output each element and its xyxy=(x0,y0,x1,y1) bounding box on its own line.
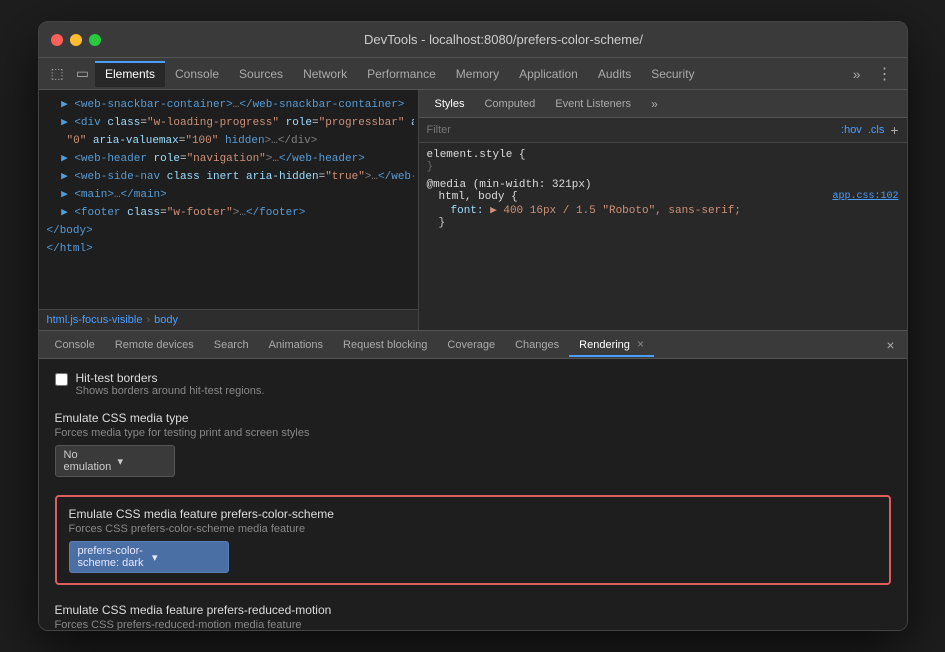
filter-cls-button[interactable]: .cls xyxy=(868,124,885,136)
breadcrumb: html.js-focus-visible › body xyxy=(39,309,418,330)
tab-application[interactable]: Application xyxy=(509,61,588,87)
prefers-color-scheme-select[interactable]: prefers-color-scheme: dark ▾ xyxy=(69,541,230,573)
tab-styles[interactable]: Styles xyxy=(425,94,475,114)
prefers-color-scheme-section: Emulate CSS media feature prefers-color-… xyxy=(55,495,891,585)
prefers-reduced-motion-title: Emulate CSS media feature prefers-reduce… xyxy=(55,603,891,617)
rule-selector: element.style { xyxy=(427,149,899,161)
bottom-drawer: Console Remote devices Search Animations… xyxy=(39,330,907,630)
tab-event-listeners[interactable]: Event Listeners xyxy=(545,94,641,114)
minimize-button[interactable] xyxy=(70,34,82,46)
content-area: ▶ <web-snackbar-container>…</web-snackba… xyxy=(39,90,907,330)
devtools-window: DevTools - localhost:8080/prefers-color-… xyxy=(38,21,908,631)
nav-menu-button[interactable]: ⋮ xyxy=(869,60,901,88)
prefers-color-scheme-desc: Forces CSS prefers-color-scheme media fe… xyxy=(69,523,877,535)
tab-performance[interactable]: Performance xyxy=(357,61,446,87)
filter-hov-button[interactable]: :hov xyxy=(841,124,862,136)
drawer-tab-close-icon[interactable]: × xyxy=(637,337,644,351)
inspect-icon[interactable]: ⬚ xyxy=(45,61,70,86)
drawer-tab-request-blocking[interactable]: Request blocking xyxy=(333,335,437,355)
rule-media-query: @media (min-width: 321px) html, body { a… xyxy=(427,179,899,229)
dom-line: ▶ <web-header role="navigation">…</web-h… xyxy=(43,150,414,168)
tab-security[interactable]: Security xyxy=(641,61,704,87)
drawer-tab-coverage[interactable]: Coverage xyxy=(437,335,505,355)
dom-panel: ▶ <web-snackbar-container>…</web-snackba… xyxy=(39,90,419,330)
rendering-content: Hit-test borders Shows borders around hi… xyxy=(39,359,907,630)
styles-content: element.style { } @media (min-width: 321… xyxy=(419,143,907,330)
drawer-tab-console[interactable]: Console xyxy=(45,335,105,355)
css-media-type-desc: Forces media type for testing print and … xyxy=(55,427,891,439)
drawer-tab-animations[interactable]: Animations xyxy=(259,335,333,355)
dom-line: ▶ <web-snackbar-container>…</web-snackba… xyxy=(43,96,414,114)
rule-val-font: ▶ 400 16px / 1.5 "Roboto", sans-serif; xyxy=(490,205,741,217)
tab-sources[interactable]: Sources xyxy=(229,61,293,87)
drawer-tab-remote-devices[interactable]: Remote devices xyxy=(105,335,204,355)
drawer-close-button[interactable]: × xyxy=(880,337,900,353)
dom-line: </html> xyxy=(43,240,414,258)
rule-prop-font: font: xyxy=(451,205,484,217)
dom-line: ▶ <div class="w-loading-progress" role="… xyxy=(43,114,414,132)
rule-media-selector: @media (min-width: 321px) xyxy=(427,179,899,191)
drawer-tab-rendering[interactable]: Rendering × xyxy=(569,333,654,357)
filter-add-button[interactable]: + xyxy=(890,122,898,138)
hit-test-section: Hit-test borders Shows borders around hi… xyxy=(55,371,891,397)
css-media-type-title: Emulate CSS media type xyxy=(55,411,891,425)
hit-test-title: Hit-test borders xyxy=(76,371,265,385)
drawer-tab-search[interactable]: Search xyxy=(204,335,259,355)
prefers-reduced-motion-section: Emulate CSS media feature prefers-reduce… xyxy=(55,603,891,630)
hit-test-desc: Shows borders around hit-test regions. xyxy=(76,385,265,397)
tab-computed[interactable]: Computed xyxy=(474,94,545,114)
tab-elements[interactable]: Elements xyxy=(95,61,165,87)
maximize-button[interactable] xyxy=(89,34,101,46)
css-media-type-select[interactable]: No emulation ▾ xyxy=(55,445,175,477)
breadcrumb-item-body[interactable]: body xyxy=(154,314,178,326)
rule-source-link[interactable]: app.css:102 xyxy=(832,191,898,202)
tab-audits[interactable]: Audits xyxy=(588,61,641,87)
rule-element-style: element.style { } xyxy=(427,149,899,173)
main-nav: ⬚ ▭ Elements Console Sources Network Per… xyxy=(39,58,907,90)
prefers-color-scheme-title: Emulate CSS media feature prefers-color-… xyxy=(69,507,877,521)
dom-tree: ▶ <web-snackbar-container>…</web-snackba… xyxy=(39,90,418,309)
tab-console[interactable]: Console xyxy=(165,61,229,87)
style-tabs-more[interactable]: » xyxy=(645,93,664,115)
nav-more-button[interactable]: » xyxy=(845,62,869,86)
prefers-reduced-motion-desc: Forces CSS prefers-reduced-motion media … xyxy=(55,619,891,630)
dom-line: "0" aria-valuemax="100" hidden>…</div> xyxy=(43,132,414,150)
dom-line: </body> xyxy=(43,222,414,240)
titlebar: DevTools - localhost:8080/prefers-color-… xyxy=(39,22,907,58)
close-button[interactable] xyxy=(51,34,63,46)
window-title: DevTools - localhost:8080/prefers-color-… xyxy=(113,32,895,47)
tab-network[interactable]: Network xyxy=(293,61,357,87)
chevron-down-icon: ▾ xyxy=(152,551,220,564)
breadcrumb-separator: › xyxy=(146,314,150,326)
drawer-tab-changes[interactable]: Changes xyxy=(505,335,569,355)
breadcrumb-item-html[interactable]: html.js-focus-visible xyxy=(47,314,143,326)
tab-memory[interactable]: Memory xyxy=(446,61,509,87)
drawer-tabs: Console Remote devices Search Animations… xyxy=(39,331,907,359)
filter-input[interactable] xyxy=(427,124,836,136)
mobile-icon[interactable]: ▭ xyxy=(70,61,95,86)
dom-line: ▶ <main>…</main> xyxy=(43,186,414,204)
traffic-lights xyxy=(51,34,101,46)
dom-line: ▶ <footer class="w-footer">…</footer> xyxy=(43,204,414,222)
chevron-down-icon: ▾ xyxy=(118,455,166,468)
rule-nested-selector: html, body { xyxy=(439,191,518,203)
style-tabs: Styles Computed Event Listeners » xyxy=(419,90,907,118)
styles-panel: Styles Computed Event Listeners » :hov .… xyxy=(419,90,907,330)
hit-test-checkbox[interactable] xyxy=(55,373,68,386)
css-media-type-section: Emulate CSS media type Forces media type… xyxy=(55,411,891,477)
hit-test-label: Hit-test borders Shows borders around hi… xyxy=(76,371,265,397)
filter-bar: :hov .cls + xyxy=(419,118,907,143)
dom-line: ▶ <web-side-nav class inert aria-hidden=… xyxy=(43,168,414,186)
